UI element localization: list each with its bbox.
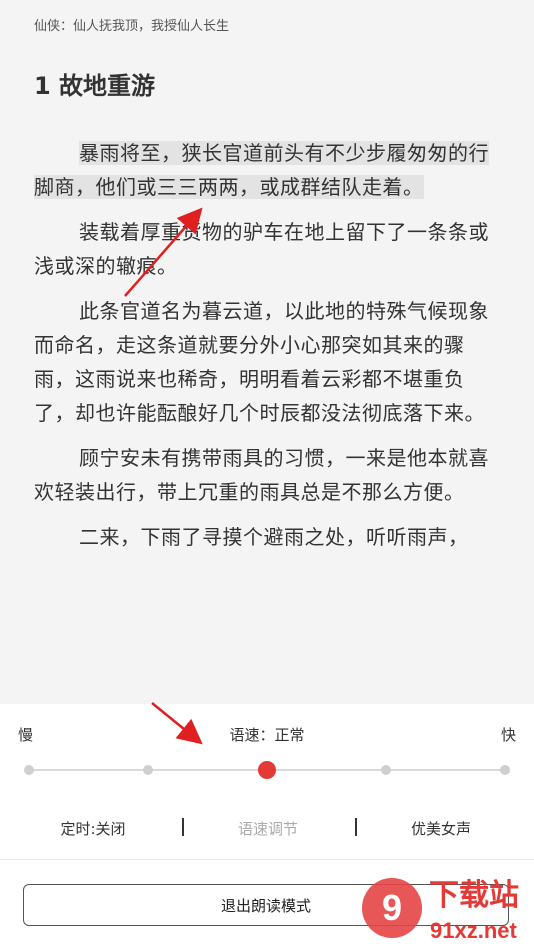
watermark-brand: 下载站 <box>429 878 519 913</box>
watermark-domain: 91xz.net <box>430 918 517 943</box>
watermark-logo: 9 下载站 91xz.net <box>362 878 519 943</box>
logo-mark: 9 <box>382 887 402 928</box>
annotation-arrows <box>124 207 203 745</box>
arrow-icon <box>124 207 203 297</box>
arrow-icon <box>151 702 203 745</box>
